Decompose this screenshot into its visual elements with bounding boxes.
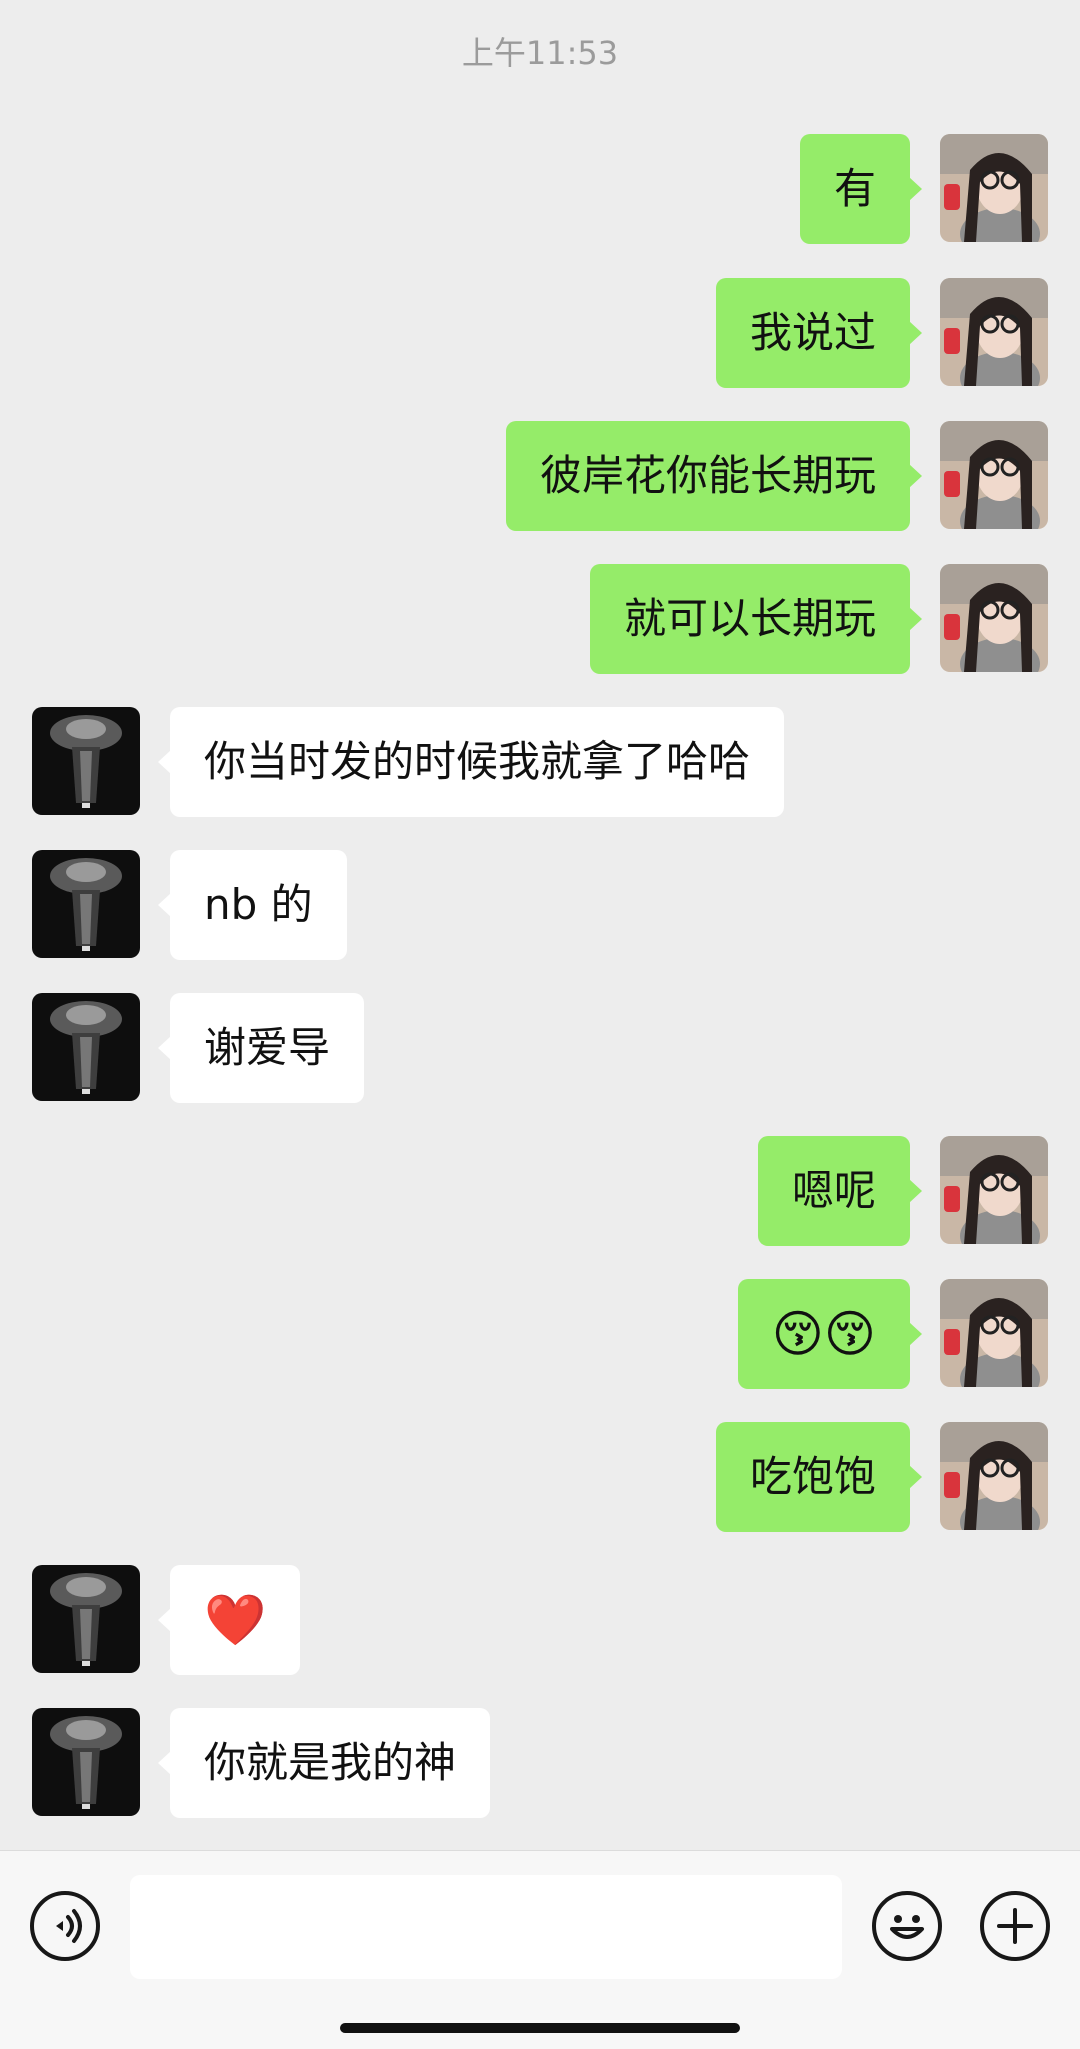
message-row-received: 你当时发的时候我就拿了哈哈 (0, 707, 1080, 817)
my-avatar[interactable] (940, 1422, 1048, 1530)
message-row-sent: 有 (0, 134, 1080, 244)
message-row-sent: 吃饱饱 (0, 1422, 1080, 1532)
plus-icon (997, 1908, 1033, 1944)
my-avatar[interactable] (940, 1136, 1048, 1244)
message-row-received: nb 的 (0, 850, 1080, 960)
message-row-sent: 就可以长期玩 (0, 564, 1080, 674)
voice-icon (56, 1909, 82, 1943)
home-indicator (340, 2023, 740, 2033)
message-bubble-sent[interactable]: 就可以长期玩 (589, 564, 923, 674)
message-row-received: 谢爱导 (0, 993, 1080, 1103)
contact-avatar[interactable] (32, 993, 140, 1101)
message-row-received: 你就是我的神 (0, 1708, 1080, 1818)
chat-timestamp: 上午11:53 (461, 34, 619, 72)
message-row-sent: 彼岸花你能长期玩 (0, 421, 1080, 531)
message-bubble-sent[interactable]: 有 (799, 134, 923, 244)
contact-avatar[interactable] (32, 850, 140, 958)
my-avatar[interactable] (940, 134, 1048, 242)
message-composer (0, 1850, 1080, 2049)
voice-button[interactable] (30, 1891, 100, 1961)
message-input[interactable] (130, 1875, 842, 1979)
message-row-sent: 我说过 (0, 278, 1080, 388)
message-bubble-sent[interactable]: 彼岸花你能长期玩 (505, 421, 923, 531)
message-row-sent: 😚😚 (0, 1279, 1080, 1389)
my-avatar[interactable] (940, 278, 1048, 386)
my-avatar[interactable] (940, 564, 1048, 672)
message-bubble-sent[interactable]: 😚😚 (737, 1279, 923, 1389)
contact-avatar[interactable] (32, 707, 140, 815)
my-avatar[interactable] (940, 421, 1048, 529)
emoji-button[interactable] (872, 1891, 942, 1961)
message-bubble-received[interactable]: nb 的 (158, 850, 347, 960)
more-button[interactable] (980, 1891, 1050, 1961)
message-row-sent: 嗯呢 (0, 1136, 1080, 1246)
message-bubble-received[interactable]: 你当时发的时候我就拿了哈哈 (157, 707, 785, 817)
message-bubble-received[interactable]: 你就是我的神 (157, 1708, 491, 1818)
contact-avatar[interactable] (32, 1565, 140, 1673)
message-bubble-received[interactable]: ❤️ (157, 1565, 301, 1675)
message-bubble-sent[interactable]: 吃饱饱 (715, 1422, 923, 1532)
my-avatar[interactable] (940, 1279, 1048, 1387)
message-bubble-sent[interactable]: 嗯呢 (757, 1136, 923, 1246)
message-bubble-sent[interactable]: 我说过 (715, 278, 923, 388)
contact-avatar[interactable] (32, 1708, 140, 1816)
emoji-icon (890, 1915, 924, 1939)
message-bubble-received[interactable]: 谢爱导 (157, 993, 365, 1103)
message-row-received: ❤️ (0, 1565, 1080, 1675)
